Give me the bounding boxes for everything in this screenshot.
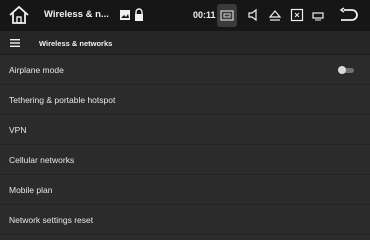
settings-list: Airplane mode Tethering & portable hotsp… [0,55,370,235]
settings-toolbar: Wireless & networks [0,31,370,55]
eject-icon[interactable] [268,8,282,22]
settings-item-tethering[interactable]: Tethering & portable hotspot [0,85,370,115]
lock-notification-icon [135,8,143,21]
hamburger-menu-icon[interactable] [10,39,20,47]
settings-item-label: Cellular networks [9,155,75,165]
back-icon[interactable] [338,7,358,23]
screenshot-button[interactable] [217,4,237,27]
status-bar: Wireless & n... 00:11 [0,0,370,31]
screenshot-icon [220,10,234,21]
settings-item-vpn[interactable]: VPN [0,115,370,145]
status-app-title: Wireless & n... [44,9,109,20]
home-icon[interactable] [8,5,30,25]
settings-item-airplane-mode[interactable]: Airplane mode [0,55,370,85]
settings-item-label: Mobile plan [9,185,53,195]
settings-item-label: VPN [9,125,27,135]
page-title: Wireless & networks [39,39,113,48]
settings-item-label: Network settings reset [9,215,94,225]
status-time: 00:11 [193,10,216,20]
settings-item-network-reset[interactable]: Network settings reset [0,205,370,235]
volume-icon[interactable] [246,8,260,22]
settings-item-mobile-plan[interactable]: Mobile plan [0,175,370,205]
minimize-window-icon[interactable] [311,8,325,22]
airplane-mode-toggle[interactable] [338,66,354,74]
image-notification-icon [120,10,130,20]
settings-item-label: Tethering & portable hotspot [9,95,116,105]
toggle-thumb [338,66,346,74]
settings-item-label: Airplane mode [9,65,64,75]
close-window-icon[interactable] [290,8,304,22]
settings-item-cellular-networks[interactable]: Cellular networks [0,145,370,175]
